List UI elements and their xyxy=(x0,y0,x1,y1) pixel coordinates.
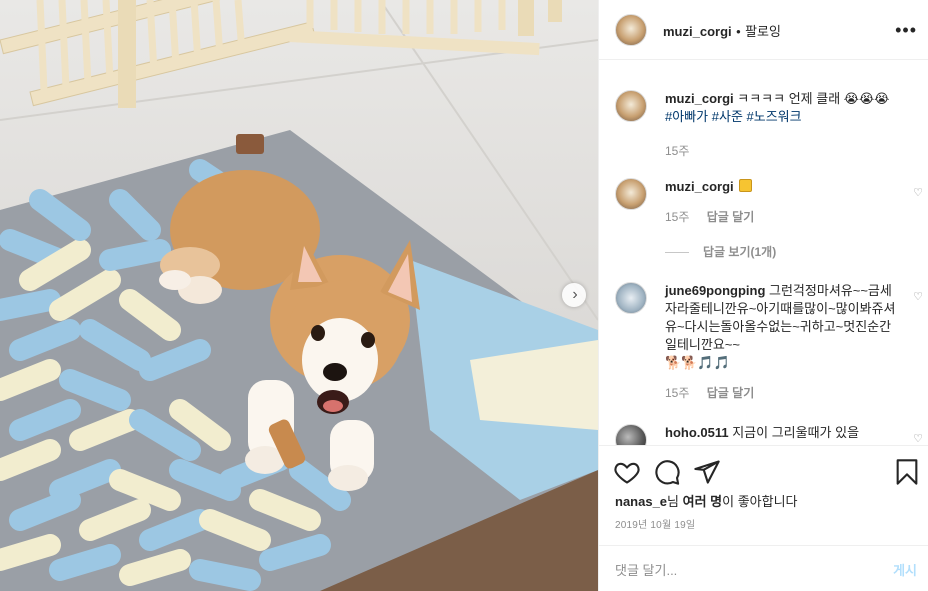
heart-icon[interactable] xyxy=(613,458,641,486)
add-comment-bar: 댓글 달기... 게시 xyxy=(599,545,928,591)
hashtag-link[interactable]: #아빠가 xyxy=(665,109,708,124)
comments-list[interactable]: muzi_corgi ㅋㅋㅋㅋ 언제 클래 😭😭😭 #아빠가 #사준 #노즈워크… xyxy=(599,60,928,445)
comment-avatar[interactable] xyxy=(615,424,647,445)
send-icon[interactable] xyxy=(693,458,721,486)
hashtag-link[interactable]: #사준 xyxy=(712,109,743,124)
comment-like-heart-icon[interactable]: ♡ xyxy=(913,186,923,199)
view-replies-line xyxy=(665,252,689,254)
more-options-icon[interactable]: ••• xyxy=(895,20,917,41)
next-photo-button[interactable]: › xyxy=(562,283,586,307)
view-replies-button[interactable]: 답글 보기(1개) xyxy=(665,243,776,260)
instagram-post-modal: › muzi_corgi • 팔로잉 ••• muzi_corgi ㅋㅋㅋㅋ 언… xyxy=(0,0,928,591)
following-button[interactable]: 팔로잉 xyxy=(745,24,781,39)
action-bar: nanas_e님 여러 명이 좋아합니다 2019년 10월 19일 xyxy=(599,445,928,545)
likes-middle: 님 xyxy=(667,494,683,509)
playpen-fence xyxy=(0,0,562,108)
view-replies-label: 답글 보기(1개) xyxy=(703,245,777,259)
comment-input[interactable]: 댓글 달기... xyxy=(615,560,677,579)
comment-username[interactable]: hoho.0511 xyxy=(665,425,729,440)
comment-like-heart-icon[interactable]: ♡ xyxy=(913,432,923,445)
author-avatar[interactable] xyxy=(615,14,647,46)
post-sidebar: muzi_corgi • 팔로잉 ••• muzi_corgi ㅋㅋㅋㅋ 언제 … xyxy=(598,0,928,591)
hashtag-link[interactable]: #노즈워크 xyxy=(747,109,802,124)
caption-text: ㅋㅋㅋㅋ 언제 클래 xyxy=(737,91,841,106)
yellow-square-emoji-icon xyxy=(739,179,753,192)
caption-username[interactable]: muzi_corgi xyxy=(665,91,734,106)
photo-illustration xyxy=(0,0,598,591)
comment-emojis: 🐕🐕🎵🎵 xyxy=(665,355,730,370)
author-line: muzi_corgi • 팔로잉 xyxy=(663,21,781,41)
liker-username[interactable]: nanas_e xyxy=(615,494,667,509)
comment-text: 지금이 그리울때가 있을 xyxy=(732,425,860,440)
likes-suffix: 이 좋아합니다 xyxy=(722,494,798,509)
caption-time[interactable]: 15주 xyxy=(665,144,689,158)
caption-emojis: 😭😭😭 xyxy=(843,91,890,106)
bookmark-icon[interactable] xyxy=(893,458,921,486)
caption-avatar[interactable] xyxy=(615,90,647,122)
post-photo[interactable]: › xyxy=(0,0,598,591)
chevron-right-icon: › xyxy=(572,286,578,303)
separator-dot: • xyxy=(736,24,741,39)
comment-username[interactable]: muzi_corgi xyxy=(665,179,734,194)
comment-like-heart-icon[interactable]: ♡ xyxy=(913,290,923,303)
comment-avatar[interactable] xyxy=(615,282,647,314)
author-username[interactable]: muzi_corgi xyxy=(663,24,732,39)
comment-icon[interactable] xyxy=(653,458,681,486)
comment-time[interactable]: 15주 xyxy=(665,386,689,400)
comment-username[interactable]: june69pongping xyxy=(665,283,765,298)
post-header: muzi_corgi • 팔로잉 ••• xyxy=(599,0,928,60)
post-date[interactable]: 2019년 10월 19일 xyxy=(615,516,695,531)
post-comment-button[interactable]: 게시 xyxy=(893,560,917,579)
comment-avatar[interactable] xyxy=(615,178,647,210)
others-likes-link[interactable]: 여러 명 xyxy=(683,494,723,509)
comment-time[interactable]: 15주 xyxy=(665,210,689,224)
reply-button[interactable]: 답글 달기 xyxy=(707,210,755,224)
likes-summary: nanas_e님 여러 명이 좋아합니다 xyxy=(615,491,798,510)
reply-button[interactable]: 답글 달기 xyxy=(707,386,755,400)
